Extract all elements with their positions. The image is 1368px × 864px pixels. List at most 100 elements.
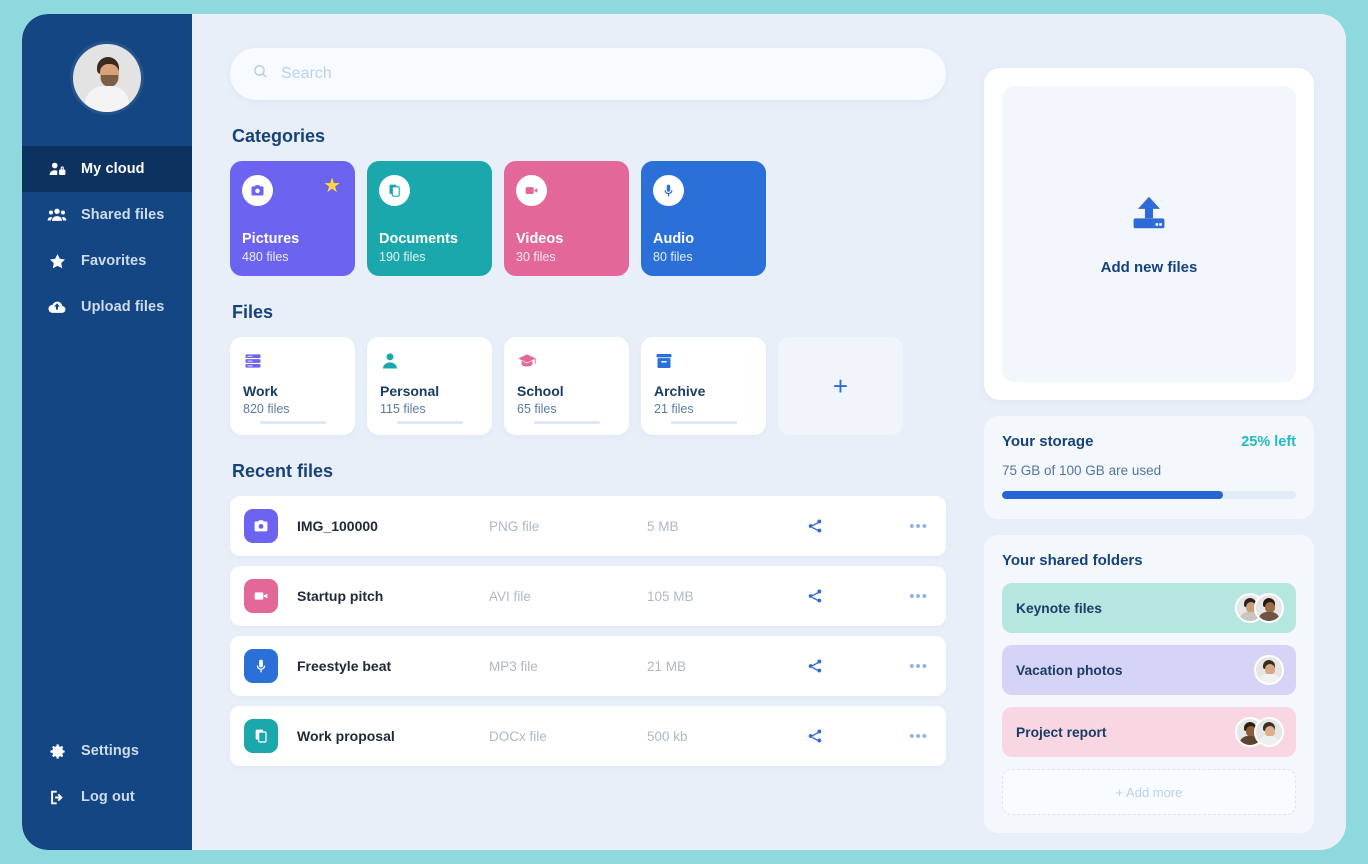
sidebar-item-label: Settings <box>81 743 139 759</box>
folder-progress <box>397 421 463 424</box>
shared-folders-title: Your shared folders <box>1002 552 1143 569</box>
files-title: Files <box>232 302 274 322</box>
add-folder-button[interactable]: + <box>778 337 903 435</box>
folders-row: Work 820 files Personal 115 files School… <box>230 337 946 435</box>
cloud-upload-icon <box>46 297 68 317</box>
recent-files-list: IMG_100000 PNG file 5 MB ••• Startup pit… <box>230 496 946 766</box>
category-card-audio[interactable]: Audio 80 files <box>641 161 766 276</box>
file-size: 105 MB <box>647 588 694 604</box>
sidebar-item-settings[interactable]: Settings <box>22 728 192 774</box>
folder-name: Personal <box>380 383 440 399</box>
sidebar-item-favorites[interactable]: Favorites <box>22 238 192 284</box>
table-row[interactable]: IMG_100000 PNG file 5 MB ••• <box>230 496 946 556</box>
folder-card-school[interactable]: School 65 files <box>504 337 629 435</box>
more-options-button[interactable]: ••• <box>909 518 932 535</box>
table-row[interactable]: Freestyle beat MP3 file 21 MB ••• <box>230 636 946 696</box>
shared-folder-name: Keynote files <box>1016 600 1102 616</box>
storage-progress-fill <box>1002 491 1223 499</box>
file-type: AVI file <box>489 588 531 604</box>
file-name: IMG_100000 <box>297 518 378 534</box>
sidebar-bottom-nav: Settings Log out <box>22 728 192 850</box>
shared-folder-vacation-photos[interactable]: Vacation photos <box>1002 645 1296 695</box>
sidebar-item-label: Log out <box>81 789 135 805</box>
sidebar-item-my-cloud[interactable]: My cloud <box>22 146 192 192</box>
folder-card-work[interactable]: Work 820 files <box>230 337 355 435</box>
file-size: 500 kb <box>647 728 688 744</box>
archive-icon <box>654 351 753 371</box>
person-icon <box>380 351 479 371</box>
avatar-group <box>1235 593 1284 623</box>
video-icon <box>244 579 278 613</box>
add-more-button[interactable]: + Add more <box>1002 769 1296 815</box>
file-size: 5 MB <box>647 518 679 534</box>
shared-folder-project-report[interactable]: Project report <box>1002 707 1296 757</box>
share-icon[interactable] <box>807 518 869 534</box>
category-card-videos[interactable]: Videos 30 files <box>504 161 629 276</box>
sidebar: My cloud Shared files Favorites Upload f… <box>22 14 192 850</box>
avatar[interactable] <box>73 44 141 112</box>
category-name: Audio <box>653 231 695 247</box>
avatar <box>1254 655 1284 685</box>
folder-card-personal[interactable]: Personal 115 files <box>367 337 492 435</box>
sidebar-item-label: My cloud <box>81 161 145 177</box>
storage-wrapper: Your storage 25% left 75 GB of 100 GB ar… <box>984 416 1314 833</box>
more-options-button[interactable]: ••• <box>909 588 932 605</box>
sidebar-nav: My cloud Shared files Favorites Upload f… <box>22 146 192 330</box>
table-row[interactable]: Startup pitch AVI file 105 MB ••• <box>230 566 946 626</box>
category-card-documents[interactable]: Documents 190 files <box>367 161 492 276</box>
sidebar-item-shared-files[interactable]: Shared files <box>22 192 192 238</box>
upload-card: Add new files <box>984 68 1314 400</box>
storage-header: Your storage 25% left <box>1002 433 1296 450</box>
logout-icon <box>46 787 68 807</box>
graduation-icon <box>517 351 616 371</box>
folder-progress <box>260 421 326 424</box>
table-row[interactable]: Work proposal DOCx file 500 kb ••• <box>230 706 946 766</box>
more-options-button[interactable]: ••• <box>909 728 932 745</box>
category-count: 190 files <box>379 250 426 264</box>
folder-count: 21 files <box>654 402 694 416</box>
file-type: MP3 file <box>489 658 538 674</box>
file-type: PNG file <box>489 518 540 534</box>
sidebar-item-label: Shared files <box>81 207 165 223</box>
categories-title: Categories <box>232 126 326 146</box>
documents-icon <box>379 175 410 206</box>
microphone-icon <box>244 649 278 683</box>
documents-icon <box>244 719 278 753</box>
file-name: Startup pitch <box>297 588 384 604</box>
folder-card-archive[interactable]: Archive 21 files <box>641 337 766 435</box>
sidebar-item-label: Upload files <box>81 299 165 315</box>
category-name: Documents <box>379 231 458 247</box>
server-icon <box>243 351 342 371</box>
user-lock-icon <box>46 159 68 179</box>
category-card-pictures[interactable]: ★ Pictures 480 files <box>230 161 355 276</box>
folder-progress <box>534 421 600 424</box>
right-rail: Add new files Your storage 25% left 75 G… <box>984 48 1314 850</box>
category-count: 480 files <box>242 250 289 264</box>
upload-dropzone[interactable]: Add new files <box>1002 86 1296 382</box>
shared-folder-name: Project report <box>1016 724 1107 740</box>
more-options-button[interactable]: ••• <box>909 658 932 675</box>
avatar-group <box>1235 717 1284 747</box>
search-icon <box>252 63 269 85</box>
share-icon[interactable] <box>807 658 869 674</box>
categories-row: ★ Pictures 480 files Documents 190 files… <box>230 161 946 276</box>
sidebar-item-log-out[interactable]: Log out <box>22 774 192 820</box>
avatar-wrap <box>22 44 192 112</box>
search-bar[interactable] <box>230 48 946 100</box>
shared-folders-card: Your shared folders Keynote files Vacati… <box>984 535 1314 833</box>
file-name: Work proposal <box>297 728 395 744</box>
folder-name: Work <box>243 383 278 399</box>
category-name: Pictures <box>242 231 300 247</box>
upload-icon <box>1127 192 1171 241</box>
search-input[interactable] <box>281 65 924 83</box>
sidebar-item-upload-files[interactable]: Upload files <box>22 284 192 330</box>
folder-count: 115 files <box>380 402 426 416</box>
storage-detail: 75 GB of 100 GB are used <box>1002 463 1162 478</box>
folder-name: Archive <box>654 383 706 399</box>
share-icon[interactable] <box>807 728 869 744</box>
shared-folder-keynote-files[interactable]: Keynote files <box>1002 583 1296 633</box>
share-icon[interactable] <box>807 588 869 604</box>
camera-icon <box>244 509 278 543</box>
file-name: Freestyle beat <box>297 658 392 674</box>
folder-count: 820 files <box>243 402 290 416</box>
